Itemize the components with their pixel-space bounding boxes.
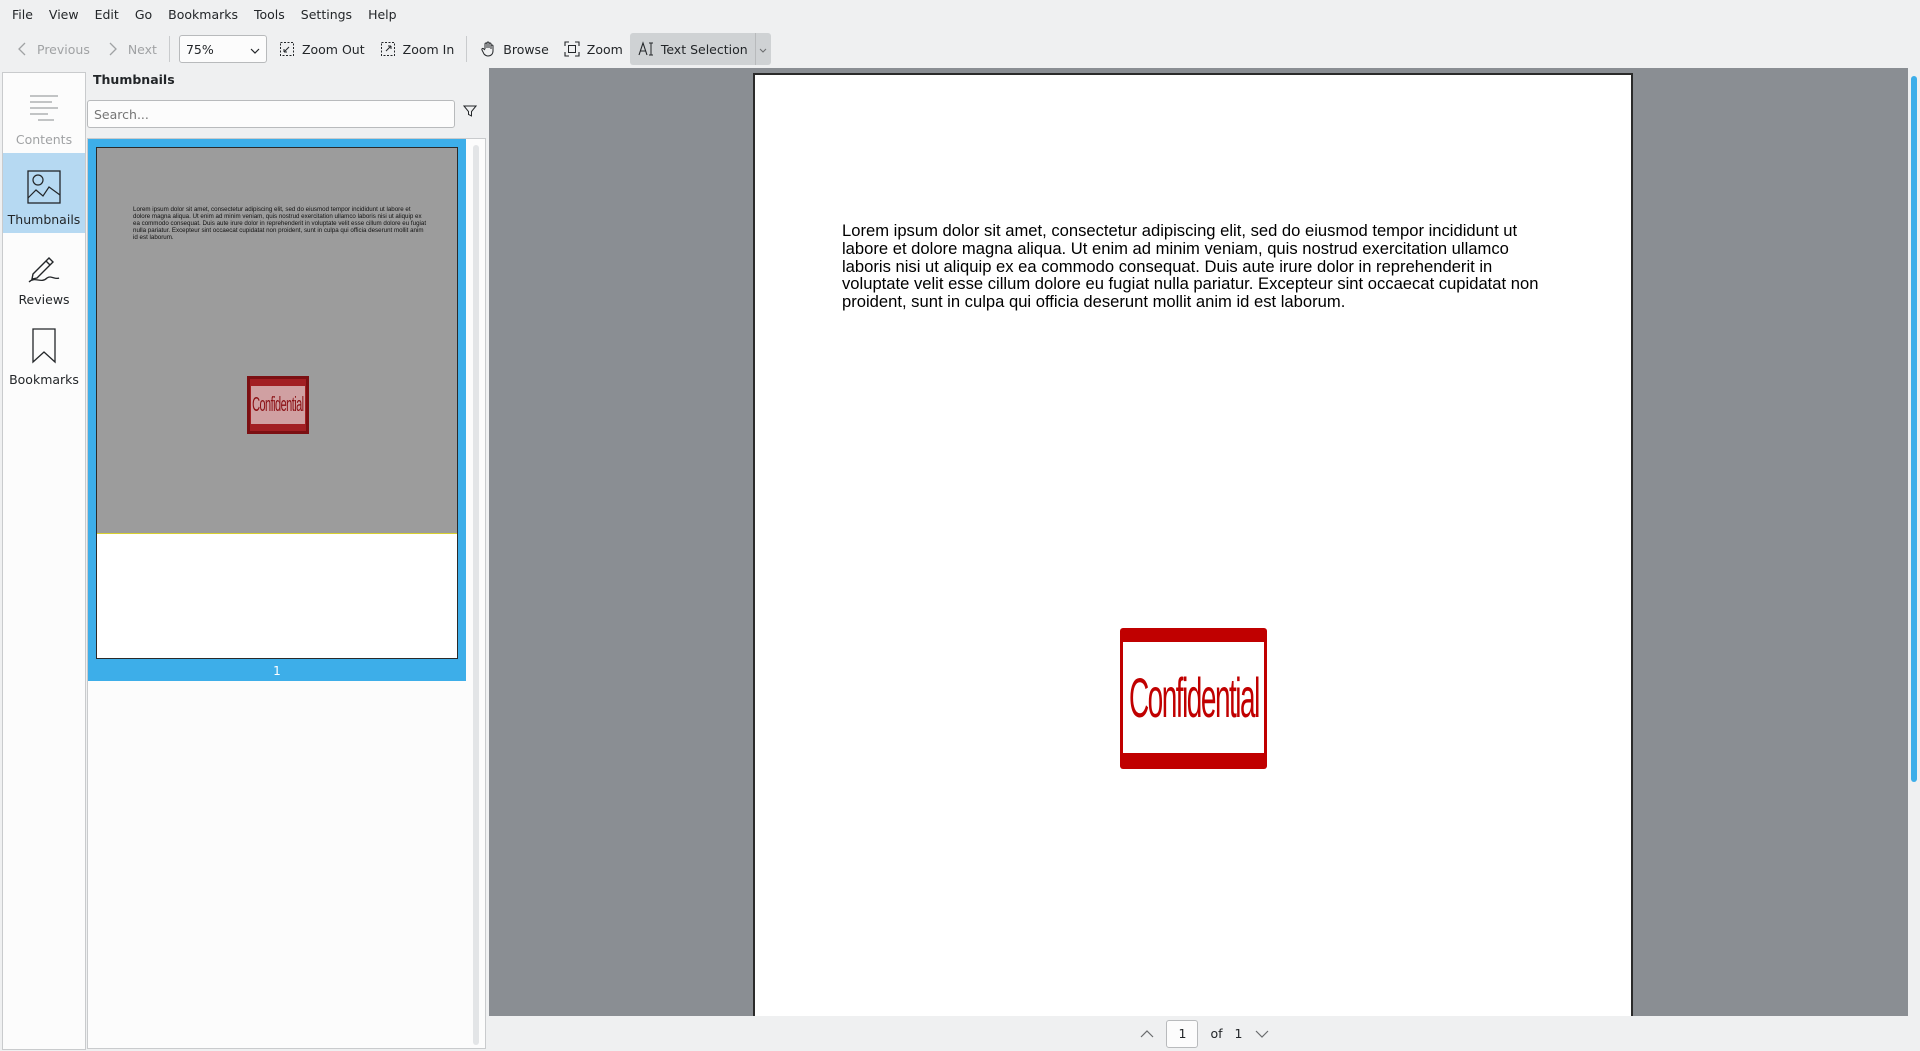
menu-bar: File View Edit Go Bookmarks Tools Settin… — [0, 0, 1920, 30]
current-page-input[interactable]: 1 — [1166, 1019, 1199, 1048]
chevron-down-icon — [250, 42, 260, 57]
sidebar-tab-thumbnails[interactable]: Thumbnails — [3, 153, 85, 233]
thumbnail-body-text: Lorem ipsum dolor sit amet, consectetur … — [133, 206, 427, 241]
document-view[interactable]: Lorem ipsum dolor sit amet, consectetur … — [489, 68, 1920, 1016]
sidebar-tabs: Contents Thumbnails Reviews Bookmarks — [2, 72, 86, 1050]
menu-help[interactable]: Help — [360, 0, 405, 30]
menu-view[interactable]: View — [41, 0, 87, 30]
document-page[interactable]: Lorem ipsum dolor sit amet, consectetur … — [753, 73, 1633, 1016]
next-button[interactable]: Next — [97, 33, 164, 65]
text-selection-tool-button[interactable]: Text Selection — [629, 33, 755, 65]
thumbnails-icon — [27, 170, 61, 204]
zoom-out-label: Zoom Out — [301, 41, 365, 57]
thumbnail-scrollbar[interactable] — [473, 145, 479, 1045]
document-scrollbar-thumb[interactable] — [1911, 76, 1917, 782]
confidential-stamp[interactable]: Confidential — [1120, 628, 1267, 769]
zoom-level-value: 75% — [185, 41, 214, 57]
main-toolbar: Previous Next 75% Zoom Out Zoom In Brows… — [0, 30, 1920, 68]
zoom-label: Zoom — [586, 41, 623, 57]
browse-label: Browse — [503, 41, 549, 57]
thumbnail-stamp: Confidential — [247, 376, 309, 434]
zoom-tool-icon — [563, 40, 581, 58]
thumbnail-item[interactable]: Lorem ipsum dolor sit amet, consectetur … — [88, 139, 466, 681]
zoom-out-icon — [278, 40, 296, 58]
thumbnail-page-preview[interactable]: Lorem ipsum dolor sit amet, consectetur … — [96, 147, 458, 659]
page-navigation-bar: 1 of 1 — [489, 1016, 1920, 1051]
toolbar-separator — [466, 36, 468, 62]
previous-label: Previous — [37, 41, 90, 57]
menu-file[interactable]: File — [4, 0, 41, 30]
confidential-stamp-inner: Confidential — [1123, 642, 1264, 753]
next-label: Next — [127, 41, 157, 57]
sidebar-tab-contents[interactable]: Contents — [3, 73, 85, 153]
chevron-down-icon — [759, 42, 767, 56]
total-pages: 1 — [1234, 1026, 1243, 1041]
panel-title: Thumbnails — [93, 72, 175, 87]
menu-tools[interactable]: Tools — [246, 0, 293, 30]
thumbnail-page-number: 1 — [273, 664, 281, 678]
menu-edit[interactable]: Edit — [87, 0, 127, 30]
thumbnail-stamp-inner: Confidential — [251, 386, 305, 424]
filter-icon — [462, 105, 478, 117]
sidebar-tab-label: Bookmarks — [9, 372, 79, 387]
thumbnail-stamp-text: Confidential — [252, 393, 304, 416]
chevron-up-icon[interactable] — [1140, 1026, 1154, 1041]
thumbnail-search-input[interactable] — [87, 100, 455, 128]
sidebar-tab-reviews[interactable]: Reviews — [3, 233, 85, 313]
chevron-down-icon[interactable] — [1255, 1026, 1269, 1041]
text-select-icon — [637, 40, 655, 58]
sidebar-tab-bookmarks[interactable]: Bookmarks — [3, 313, 85, 393]
browse-tool-button[interactable]: Browse — [472, 33, 556, 65]
hand-icon — [479, 40, 497, 58]
document-body-text[interactable]: Lorem ipsum dolor sit amet, consectetur … — [842, 222, 1562, 311]
text-selection-label: Text Selection — [660, 41, 748, 57]
zoom-in-icon — [379, 40, 397, 58]
bookmarks-icon — [32, 328, 56, 364]
sidebar-tab-label: Contents — [15, 132, 73, 147]
document-scrollbar[interactable] — [1908, 68, 1920, 1016]
sidebar-tab-label: Reviews — [18, 292, 70, 307]
sidebar-tab-label: Thumbnails — [7, 212, 81, 227]
previous-button[interactable]: Previous — [6, 33, 97, 65]
menu-go[interactable]: Go — [127, 0, 160, 30]
menu-settings[interactable]: Settings — [293, 0, 360, 30]
thumbnails-panel: Thumbnails Lorem ipsum dolor sit amet, c… — [87, 68, 486, 1051]
chevron-left-icon — [13, 40, 31, 58]
chevron-right-icon — [104, 40, 122, 58]
filter-button[interactable] — [462, 104, 481, 122]
zoom-level-select[interactable]: 75% — [178, 35, 267, 63]
thumbnail-list[interactable]: Lorem ipsum dolor sit amet, consectetur … — [87, 138, 486, 1049]
toolbar-separator — [168, 36, 170, 62]
confidential-stamp-text: Confidential — [1128, 666, 1260, 729]
zoom-in-button[interactable]: Zoom In — [372, 33, 462, 65]
zoom-tool-button[interactable]: Zoom — [556, 33, 630, 65]
zoom-out-button[interactable]: Zoom Out — [271, 33, 372, 65]
zoom-in-label: Zoom In — [402, 41, 455, 57]
reviews-icon — [28, 257, 60, 283]
contents-icon — [30, 95, 58, 121]
tool-menu-dropdown[interactable] — [754, 33, 771, 65]
page-of-label: of — [1210, 1026, 1223, 1041]
menu-bookmarks[interactable]: Bookmarks — [160, 0, 246, 30]
